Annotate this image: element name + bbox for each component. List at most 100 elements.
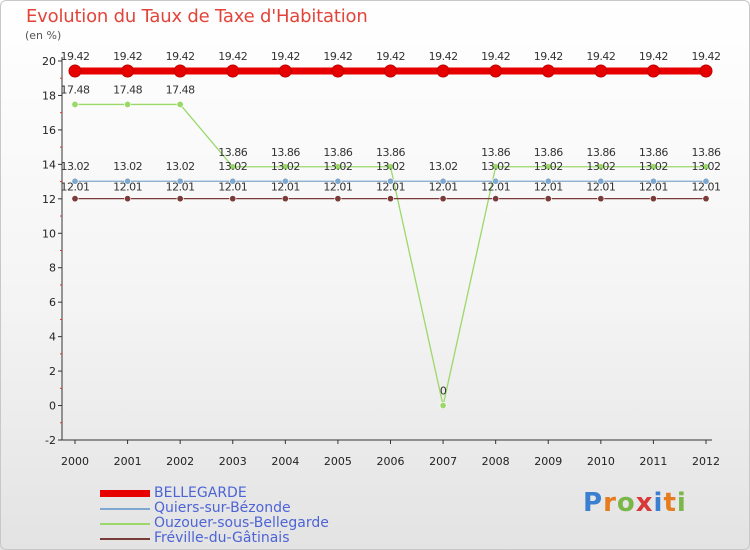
data-label: 19.42 xyxy=(429,50,458,63)
data-point xyxy=(439,195,447,203)
data-point xyxy=(278,64,292,78)
data-label: 17.48 xyxy=(166,83,195,96)
data-label: 12.01 xyxy=(323,181,352,194)
data-label: 19.42 xyxy=(692,50,721,63)
data-point xyxy=(699,64,713,78)
data-point xyxy=(226,64,240,78)
data-point xyxy=(489,64,503,78)
data-label: 13.02 xyxy=(166,160,195,173)
data-point xyxy=(384,64,397,78)
data-label: 12.01 xyxy=(692,181,721,194)
logo-letter: i xyxy=(676,488,687,518)
logo-letter: x xyxy=(635,488,654,518)
legend-label: Ouzouer-sous-Bellegarde xyxy=(154,515,329,531)
data-label: 19.42 xyxy=(323,50,352,63)
data-point xyxy=(541,64,555,78)
data-label: 19.42 xyxy=(61,50,90,63)
data-label: 13.02 xyxy=(218,160,247,173)
data-label: 12.01 xyxy=(376,181,405,194)
legend-label: Fréville-du-Gâtinais xyxy=(154,530,290,546)
data-point xyxy=(121,64,135,78)
data-label: 12.01 xyxy=(271,181,300,194)
data-label: 12.01 xyxy=(113,181,142,194)
data-point xyxy=(281,195,289,203)
y-tick-label: 12 xyxy=(42,193,56,206)
data-label: 13.02 xyxy=(61,160,90,173)
x-tick-label: 2010 xyxy=(587,455,615,468)
logo-letter: o xyxy=(616,488,636,518)
y-tick-label: 10 xyxy=(42,227,56,240)
data-point xyxy=(386,195,394,203)
data-point xyxy=(439,402,447,410)
data-label: 12.01 xyxy=(218,181,247,194)
x-tick-label: 2001 xyxy=(114,455,142,468)
data-label: 13.02 xyxy=(113,160,142,173)
data-point xyxy=(597,195,605,203)
logo-letter: P xyxy=(583,488,604,518)
data-point xyxy=(594,64,608,78)
data-label: 13.86 xyxy=(323,146,352,159)
legend-label: BELLEGARDE xyxy=(154,485,247,501)
data-label: 17.48 xyxy=(61,83,90,96)
data-point xyxy=(176,195,184,203)
y-tick-label: 4 xyxy=(49,331,56,344)
data-label: 13.02 xyxy=(271,160,300,173)
data-point xyxy=(646,64,660,78)
data-label: 19.42 xyxy=(376,50,405,63)
data-label: 19.42 xyxy=(534,50,563,63)
data-label: 19.42 xyxy=(166,50,195,63)
logo-letter: i xyxy=(653,488,664,518)
data-label: 12.01 xyxy=(534,181,563,194)
legend-item: Ouzouer-sous-Bellegarde xyxy=(100,515,400,531)
x-tick-label: 2008 xyxy=(482,455,510,468)
data-label: 12.01 xyxy=(481,181,510,194)
data-point xyxy=(334,195,342,203)
data-label: 19.42 xyxy=(271,50,300,63)
y-tick-label: 18 xyxy=(42,89,56,102)
data-label: 13.86 xyxy=(376,146,405,159)
data-point xyxy=(702,195,710,203)
x-tick-label: 2000 xyxy=(61,455,89,468)
data-label: 13.86 xyxy=(271,146,300,159)
data-label: 13.86 xyxy=(534,146,563,159)
legend-swatch xyxy=(100,490,150,497)
data-label: 13.02 xyxy=(639,160,668,173)
data-point xyxy=(492,195,500,203)
y-tick-label: 6 xyxy=(49,296,56,309)
logo-letter: r xyxy=(603,488,617,518)
x-tick-label: 2011 xyxy=(639,455,667,468)
legend: BELLEGARDE Quiers-sur-Bézonde Ouzouer-sous… xyxy=(100,485,400,546)
x-tick-label: 2006 xyxy=(377,455,405,468)
data-label: 12.01 xyxy=(639,181,668,194)
x-tick-label: 2002 xyxy=(166,455,194,468)
x-tick-label: 2003 xyxy=(219,455,247,468)
data-label: 19.42 xyxy=(639,50,668,63)
data-label: 13.86 xyxy=(481,146,510,159)
legend-swatch xyxy=(100,538,150,540)
data-label: 19.42 xyxy=(218,50,247,63)
data-label: 12.01 xyxy=(586,181,615,194)
data-label: 13.02 xyxy=(429,160,458,173)
data-label: 13.86 xyxy=(639,146,668,159)
data-point xyxy=(176,100,184,108)
data-label: 13.02 xyxy=(481,160,510,173)
logo-letter: t xyxy=(663,488,677,518)
legend-swatch xyxy=(100,508,150,510)
data-label: 13.02 xyxy=(586,160,615,173)
data-point xyxy=(331,64,345,78)
y-tick-label: -2 xyxy=(45,434,56,447)
data-label: 19.42 xyxy=(113,50,142,63)
data-label: 13.02 xyxy=(376,160,405,173)
data-label: 13.02 xyxy=(534,160,563,173)
y-tick-label: 16 xyxy=(42,124,56,137)
legend-item: Fréville-du-Gâtinais xyxy=(100,530,400,546)
data-point xyxy=(544,195,552,203)
data-label: 0 xyxy=(440,385,447,398)
data-point xyxy=(71,100,79,108)
data-label: 13.86 xyxy=(692,146,721,159)
legend-label: Quiers-sur-Bézonde xyxy=(154,500,291,516)
data-label: 13.02 xyxy=(323,160,352,173)
data-label: 17.48 xyxy=(113,83,142,96)
y-tick-label: 20 xyxy=(42,55,56,68)
x-tick-label: 2004 xyxy=(271,455,299,468)
